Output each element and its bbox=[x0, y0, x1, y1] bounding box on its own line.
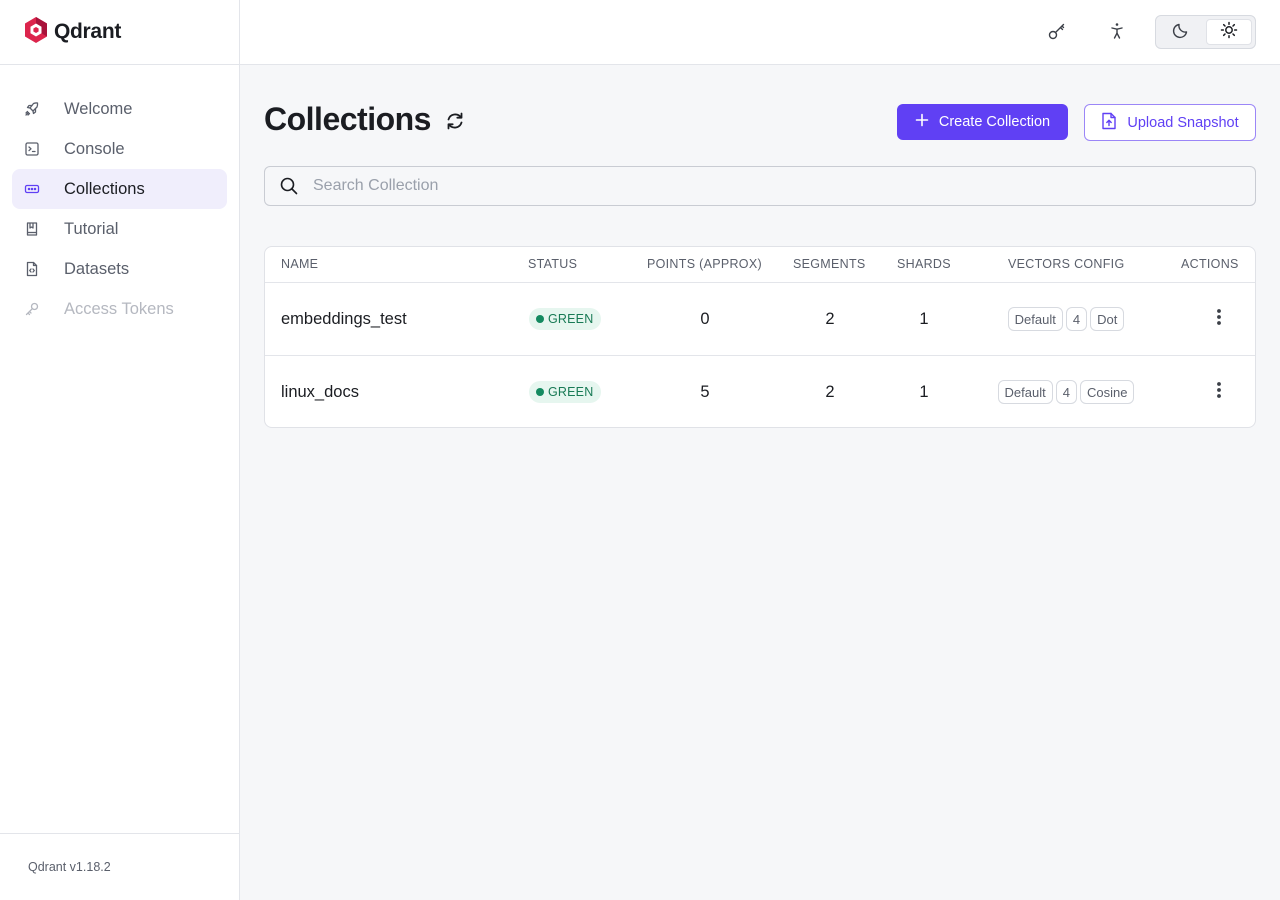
header-actions: ACTIONS bbox=[1181, 257, 1239, 271]
sidebar-item-label: Access Tokens bbox=[64, 299, 174, 318]
vector-distance-chip: Cosine bbox=[1079, 380, 1135, 404]
vector-distance-chip: Dot bbox=[1090, 307, 1125, 331]
header-status[interactable]: STATUS bbox=[528, 257, 577, 271]
topbar bbox=[240, 0, 1280, 65]
status-badge: GREEN bbox=[529, 308, 602, 330]
collection-name[interactable]: linux_docs bbox=[281, 356, 359, 427]
plus-icon bbox=[915, 113, 929, 131]
sidebar-item-tutorial[interactable]: Tutorial bbox=[12, 209, 227, 249]
key-icon bbox=[24, 301, 40, 317]
upload-snapshot-button[interactable]: Upload Snapshot bbox=[1084, 104, 1256, 141]
book-icon bbox=[24, 221, 40, 237]
status-cell: GREEN bbox=[529, 356, 602, 427]
light-theme-button[interactable] bbox=[1206, 19, 1252, 45]
kebab-menu-icon bbox=[1216, 308, 1222, 331]
brand[interactable]: Qdrant bbox=[0, 0, 239, 65]
api-key-button[interactable] bbox=[1040, 16, 1074, 50]
sidebar-item-datasets[interactable]: Datasets bbox=[12, 249, 227, 289]
status-dot-icon bbox=[536, 315, 544, 323]
header-segments[interactable]: SEGMENTS bbox=[793, 257, 866, 271]
collections-icon bbox=[24, 181, 40, 197]
create-collection-label: Create Collection bbox=[938, 114, 1051, 130]
upload-snapshot-label: Upload Snapshot bbox=[1127, 114, 1239, 131]
status-cell: GREEN bbox=[529, 283, 602, 355]
shards-count: 1 bbox=[919, 309, 929, 328]
points-count: 5 bbox=[700, 382, 710, 401]
key-icon bbox=[1047, 21, 1067, 46]
search-input[interactable] bbox=[313, 177, 1213, 195]
status-label: GREEN bbox=[548, 312, 594, 326]
points-count: 0 bbox=[700, 309, 710, 328]
vector-name-chip: Default bbox=[1007, 307, 1063, 331]
search-bar bbox=[264, 166, 1256, 206]
search-icon bbox=[265, 176, 313, 196]
header-points[interactable]: POINTS (APPROX) bbox=[647, 257, 762, 271]
vector-size-chip: 4 bbox=[1055, 380, 1077, 404]
kebab-menu-icon bbox=[1216, 381, 1222, 404]
version-label: Qdrant v1.18.2 bbox=[0, 833, 239, 900]
actions-cell bbox=[1207, 283, 1231, 355]
moon-icon bbox=[1172, 21, 1190, 44]
collection-name[interactable]: embeddings_test bbox=[281, 283, 407, 355]
more-actions-button[interactable] bbox=[1207, 307, 1231, 331]
rocket-icon bbox=[24, 101, 40, 117]
segments-count: 2 bbox=[825, 309, 835, 328]
create-collection-button[interactable]: Create Collection bbox=[897, 104, 1068, 140]
sidebar-item-label: Console bbox=[64, 139, 125, 158]
more-actions-button[interactable] bbox=[1207, 380, 1231, 404]
refresh-button[interactable] bbox=[443, 111, 467, 135]
vector-size-chip: 4 bbox=[1065, 307, 1088, 331]
segments-count: 2 bbox=[825, 382, 835, 401]
vector-name-chip: Default bbox=[997, 380, 1053, 404]
collections-table: NAME STATUS POINTS (APPROX) SEGMENTS SHA… bbox=[264, 246, 1256, 428]
sidebar-item-access-tokens[interactable]: Access Tokens bbox=[12, 289, 227, 329]
table-header: NAME STATUS POINTS (APPROX) SEGMENTS SHA… bbox=[265, 247, 1255, 283]
vectors-config: Default 4 Cosine bbox=[965, 356, 1167, 427]
refresh-icon bbox=[444, 110, 466, 137]
accessibility-icon bbox=[1107, 21, 1127, 46]
terminal-icon bbox=[24, 141, 40, 157]
dark-theme-button[interactable] bbox=[1159, 19, 1203, 45]
header-vectors-config[interactable]: VECTORS CONFIG bbox=[1008, 257, 1124, 271]
header-name[interactable]: NAME bbox=[281, 257, 318, 271]
status-dot-icon bbox=[536, 388, 544, 396]
accessibility-button[interactable] bbox=[1100, 16, 1134, 50]
shards-count: 1 bbox=[919, 382, 929, 401]
table-row[interactable]: linux_docs GREEN 5 2 1 Default 4 Cosine bbox=[265, 356, 1255, 427]
sun-icon bbox=[1220, 21, 1238, 44]
vectors-config: Default 4 Dot bbox=[965, 283, 1167, 355]
table-row[interactable]: embeddings_test GREEN 0 2 1 Default 4 Do… bbox=[265, 283, 1255, 356]
actions-cell bbox=[1207, 356, 1231, 427]
dataset-file-icon bbox=[24, 261, 40, 277]
status-badge: GREEN bbox=[529, 381, 602, 403]
sidebar-item-welcome[interactable]: Welcome bbox=[12, 89, 227, 129]
sidebar-item-label: Tutorial bbox=[64, 219, 119, 238]
page-title: Collections bbox=[264, 101, 431, 137]
qdrant-logo-icon bbox=[24, 16, 48, 49]
theme-toggle bbox=[1155, 15, 1256, 49]
sidebar-item-console[interactable]: Console bbox=[12, 129, 227, 169]
status-label: GREEN bbox=[548, 385, 594, 399]
sidebar-item-label: Welcome bbox=[64, 99, 133, 118]
sidebar: Qdrant Welcome Console Collections Tutor… bbox=[0, 0, 240, 900]
brand-name: Qdrant bbox=[54, 20, 122, 43]
header-shards[interactable]: SHARDS bbox=[897, 257, 951, 271]
sidebar-nav: Welcome Console Collections Tutorial Dat… bbox=[0, 65, 239, 329]
sidebar-item-label: Datasets bbox=[64, 259, 130, 278]
sidebar-item-collections[interactable]: Collections bbox=[12, 169, 227, 209]
file-upload-icon bbox=[1101, 112, 1117, 134]
sidebar-item-label: Collections bbox=[64, 179, 145, 198]
